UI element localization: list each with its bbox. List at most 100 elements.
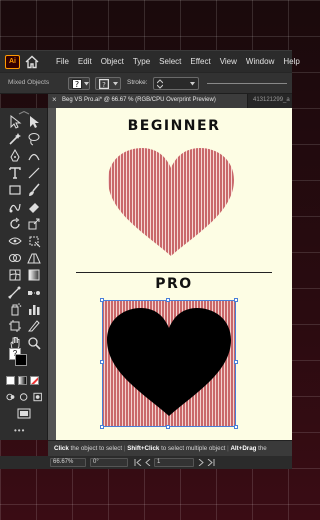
symbol-sprayer-icon[interactable] <box>8 302 22 316</box>
control-bar: Mixed Objects ? ? Stroke: <box>0 72 292 94</box>
selection-bounding-box[interactable] <box>100 298 238 429</box>
artboard-number-value: 1 <box>157 459 161 465</box>
free-transform-icon[interactable] <box>27 234 41 248</box>
rectangle-icon[interactable] <box>8 183 22 197</box>
gradient-button[interactable] <box>18 376 27 385</box>
stroke-profile-line[interactable] <box>207 83 287 84</box>
hint-key: Click <box>54 445 69 452</box>
gradient-icon[interactable] <box>27 268 41 282</box>
magic-wand-icon[interactable] <box>8 132 22 146</box>
eraser-icon[interactable] <box>27 200 41 214</box>
stroke-label: Stroke: <box>127 79 148 86</box>
stroke-swatch[interactable] <box>15 354 27 366</box>
artboard[interactable]: BEGINNER PRO <box>56 108 292 440</box>
selection-handle[interactable] <box>234 425 238 429</box>
menu-view[interactable]: View <box>220 51 237 73</box>
menu-file[interactable]: File <box>56 51 69 73</box>
type-icon[interactable] <box>8 166 22 180</box>
menu-help[interactable]: Help <box>283 51 299 73</box>
hint-desc: the object to select <box>68 445 123 452</box>
mesh-icon[interactable] <box>8 268 22 282</box>
pro-label[interactable]: PRO <box>56 276 292 292</box>
draw-behind-icon[interactable] <box>19 392 28 402</box>
hint-key: Alt+Drag <box>230 445 257 452</box>
stroke-weight-input[interactable] <box>153 77 199 90</box>
draw-mode-buttons <box>6 392 42 402</box>
column-graph-icon[interactable] <box>27 302 41 316</box>
tab-title: Beg VS Pro.ai* @ 66.67 % (RGB/CPU Overpr… <box>62 97 216 103</box>
status-bar-left <box>0 456 48 469</box>
menu-edit[interactable]: Edit <box>78 51 92 73</box>
stroke-color-picker[interactable]: ? <box>95 77 121 90</box>
next-artboard-icon[interactable] <box>198 459 204 466</box>
hint-text: Click the object to select | Shift+Click… <box>54 445 267 452</box>
tab-active-document[interactable]: × Beg VS Pro.ai* @ 66.67 % (RGB/CPU Over… <box>48 94 248 108</box>
selection-handle[interactable] <box>100 298 104 302</box>
shape-builder-icon[interactable] <box>8 251 22 265</box>
selection-handle[interactable] <box>166 298 170 302</box>
status-bar: 66.67% 0° 1 <box>48 456 292 469</box>
curvature-icon[interactable] <box>27 149 41 163</box>
more-tools-icon[interactable]: ••• <box>14 426 25 435</box>
menu-effect[interactable]: Effect <box>190 51 210 73</box>
illustrator-logo: Ai <box>5 55 20 69</box>
divider-line[interactable] <box>76 272 272 273</box>
rotation-value: 0° <box>93 459 99 465</box>
chevron-down-icon[interactable] <box>190 82 195 86</box>
direct-selection-icon[interactable] <box>27 115 41 129</box>
stepper-arrows-icon[interactable] <box>157 79 163 89</box>
menu-select[interactable]: Select <box>159 51 181 73</box>
lasso-icon[interactable] <box>27 132 41 146</box>
menu-type[interactable]: Type <box>133 51 150 73</box>
selection-type-label: Mixed Objects <box>8 79 50 86</box>
tab-second-document[interactable]: 413121299_a <box>253 97 290 103</box>
rotation-input[interactable]: 0° <box>90 458 128 467</box>
draw-normal-icon[interactable] <box>6 392 15 402</box>
close-icon[interactable]: × <box>52 95 57 104</box>
shaper-icon[interactable] <box>8 200 22 214</box>
contextual-hint-bar: Click the object to select | Shift+Click… <box>48 440 292 456</box>
chevron-down-icon <box>113 82 118 86</box>
color-mode-buttons <box>6 376 42 386</box>
screen-mode-icon[interactable] <box>17 408 31 420</box>
canvas[interactable]: BEGINNER PRO <box>48 108 292 440</box>
none-button[interactable] <box>30 376 39 385</box>
blend-icon[interactable] <box>27 285 41 299</box>
line-icon[interactable] <box>27 166 41 180</box>
paintbrush-icon[interactable] <box>27 183 41 197</box>
beginner-heart[interactable] <box>106 146 236 258</box>
first-artboard-icon[interactable] <box>134 459 142 466</box>
selection-arrow-icon[interactable] <box>8 115 22 129</box>
selection-handle[interactable] <box>234 360 238 364</box>
selection-handle[interactable] <box>234 298 238 302</box>
home-icon[interactable] <box>24 54 40 70</box>
previous-artboard-icon[interactable] <box>145 459 151 466</box>
slice-icon[interactable] <box>27 319 41 333</box>
menu-window[interactable]: Window <box>246 51 274 73</box>
draw-inside-icon[interactable] <box>33 392 42 402</box>
eyedropper-icon[interactable] <box>8 285 22 299</box>
menu-bar: Ai File Edit Object Type Select Effect V… <box>0 50 300 73</box>
fill-color-picker[interactable]: ? <box>68 77 90 90</box>
artboard-icon[interactable] <box>8 319 22 333</box>
hint-key: Shift+Click <box>127 445 160 452</box>
zoom-level[interactable]: 66.67% <box>50 458 86 467</box>
perspective-icon[interactable] <box>27 251 41 265</box>
tools-panel: ? ••• <box>0 108 48 440</box>
menu-object[interactable]: Object <box>101 51 124 73</box>
selection-handle[interactable] <box>100 360 104 364</box>
scale-icon[interactable] <box>27 217 41 231</box>
color-button[interactable] <box>6 376 15 385</box>
beginner-label[interactable]: BEGINNER <box>56 118 292 134</box>
last-artboard-icon[interactable] <box>207 459 215 466</box>
zoom-icon[interactable] <box>27 336 41 350</box>
artboard-number[interactable]: 1 <box>154 458 194 467</box>
selection-handle[interactable] <box>166 425 170 429</box>
svg-text:?: ? <box>75 80 79 89</box>
rotate-icon[interactable] <box>8 217 22 231</box>
selection-handle[interactable] <box>100 425 104 429</box>
pen-icon[interactable] <box>8 149 22 163</box>
hint-desc: the <box>256 445 267 452</box>
document-tab-bar: × Beg VS Pro.ai* @ 66.67 % (RGB/CPU Over… <box>48 94 292 108</box>
width-icon[interactable] <box>8 234 22 248</box>
